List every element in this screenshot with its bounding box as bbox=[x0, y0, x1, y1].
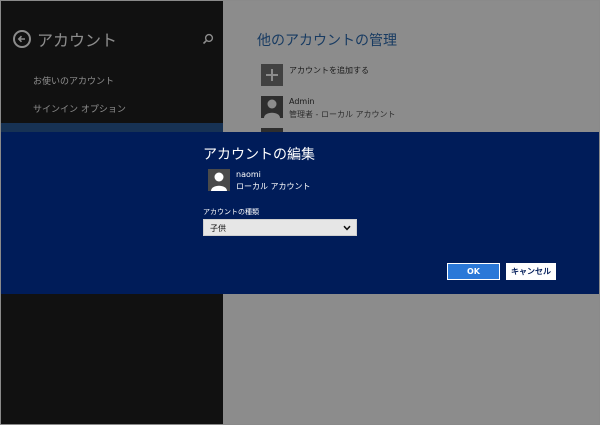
settings-window: アカウント お使いのアカウント サインイン オプション 他のアカウントの管理 ア… bbox=[0, 0, 600, 425]
user-account-type: ローカル アカウント bbox=[236, 182, 311, 191]
chevron-down-icon bbox=[343, 225, 351, 231]
account-type-select[interactable]: 子供 bbox=[203, 219, 357, 236]
account-type-label: アカウントの種類 bbox=[203, 208, 259, 216]
person-icon bbox=[208, 169, 230, 191]
account-type-value: 子供 bbox=[210, 224, 226, 233]
edit-account-dialog: アカウントの編集 naomi ローカル アカウント アカウントの種類 子供 OK… bbox=[1, 132, 599, 294]
ok-button[interactable]: OK bbox=[447, 263, 500, 280]
cancel-button[interactable]: キャンセル bbox=[506, 263, 556, 280]
user-name: naomi bbox=[236, 170, 261, 179]
dialog-title: アカウントの編集 bbox=[203, 147, 315, 163]
